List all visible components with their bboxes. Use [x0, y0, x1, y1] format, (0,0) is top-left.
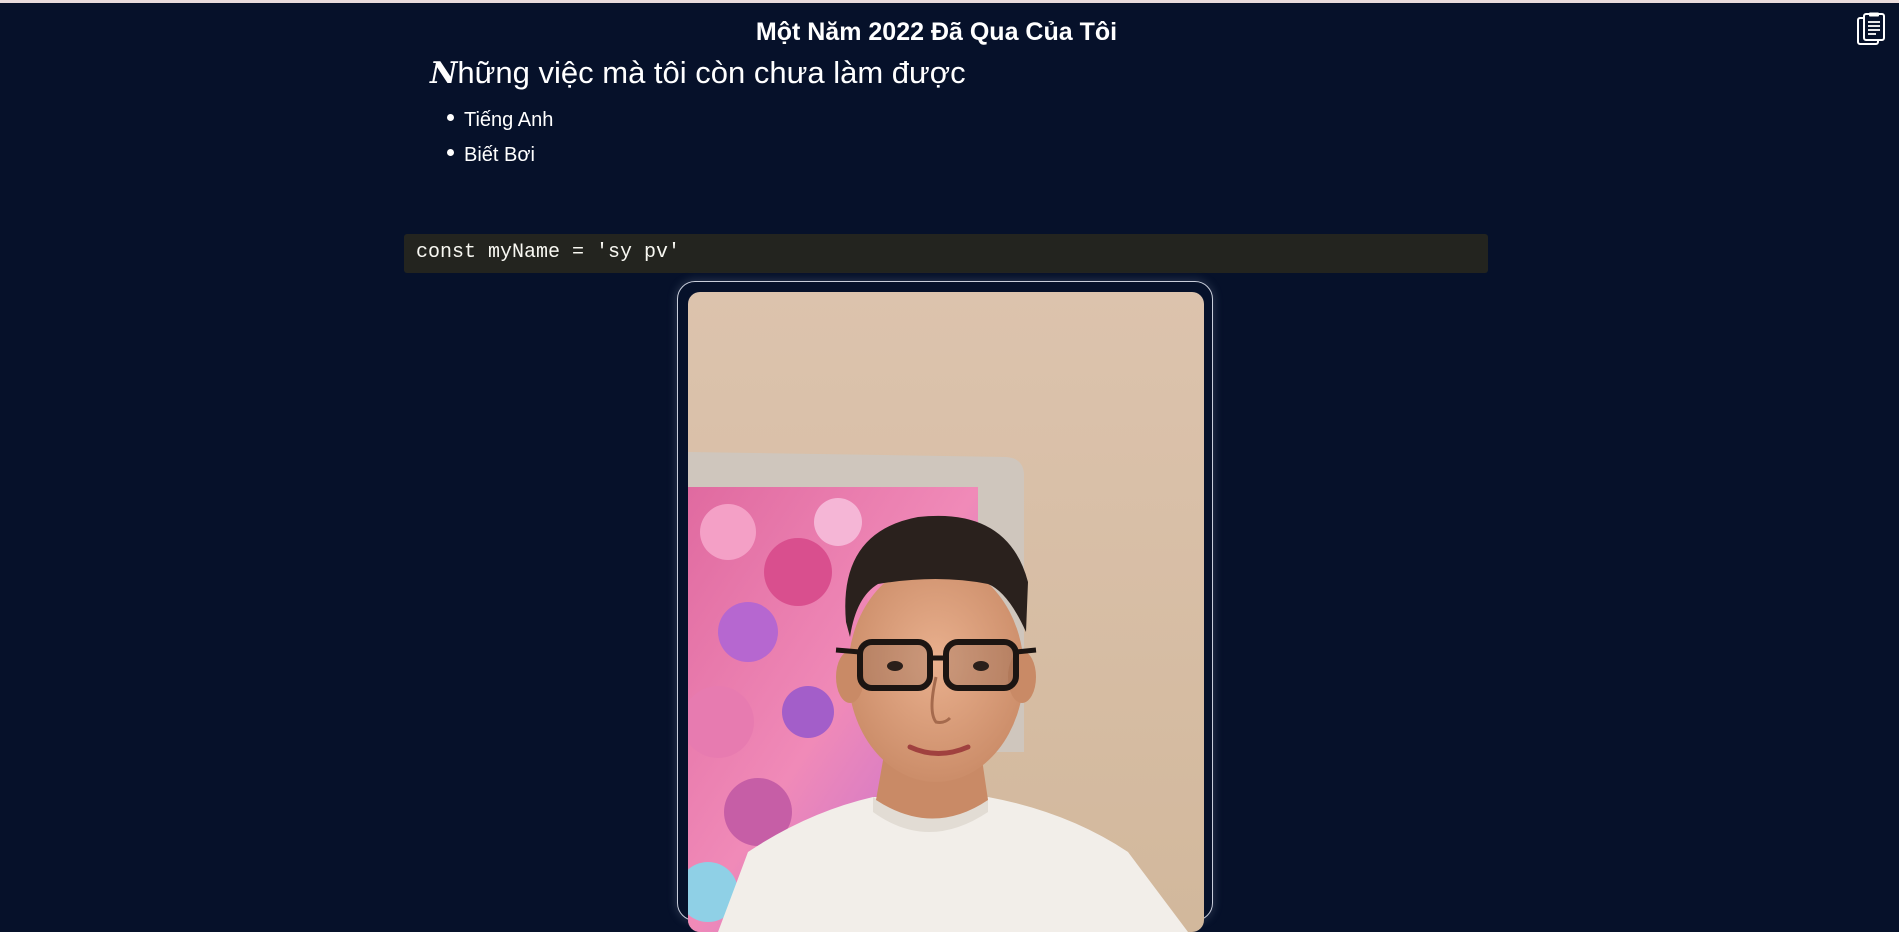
list-item-label: Tiếng Anh: [464, 109, 554, 131]
bullet-icon: [447, 114, 454, 121]
bullet-icon: [447, 149, 454, 156]
profile-photo: [688, 292, 1204, 932]
clipboard-icon[interactable]: [1856, 12, 1886, 46]
heading-initial: N: [430, 56, 458, 91]
list-item: Biết Bơi: [447, 138, 553, 173]
list-item: Tiếng Anh: [447, 103, 553, 138]
section-heading: Những việc mà tôi còn chưa làm được: [430, 54, 966, 93]
todo-list: Tiếng Anh Biết Bơi: [447, 103, 553, 173]
page-title: Một Năm 2022 Đã Qua Của Tôi: [755, 18, 1118, 46]
code-block: const myName = 'sy pv': [404, 234, 1488, 273]
heading-text: hững việc mà tôi còn chưa làm được: [457, 55, 966, 90]
list-item-label: Biết Bơi: [464, 144, 535, 166]
top-accent-bar: [0, 0, 1899, 3]
